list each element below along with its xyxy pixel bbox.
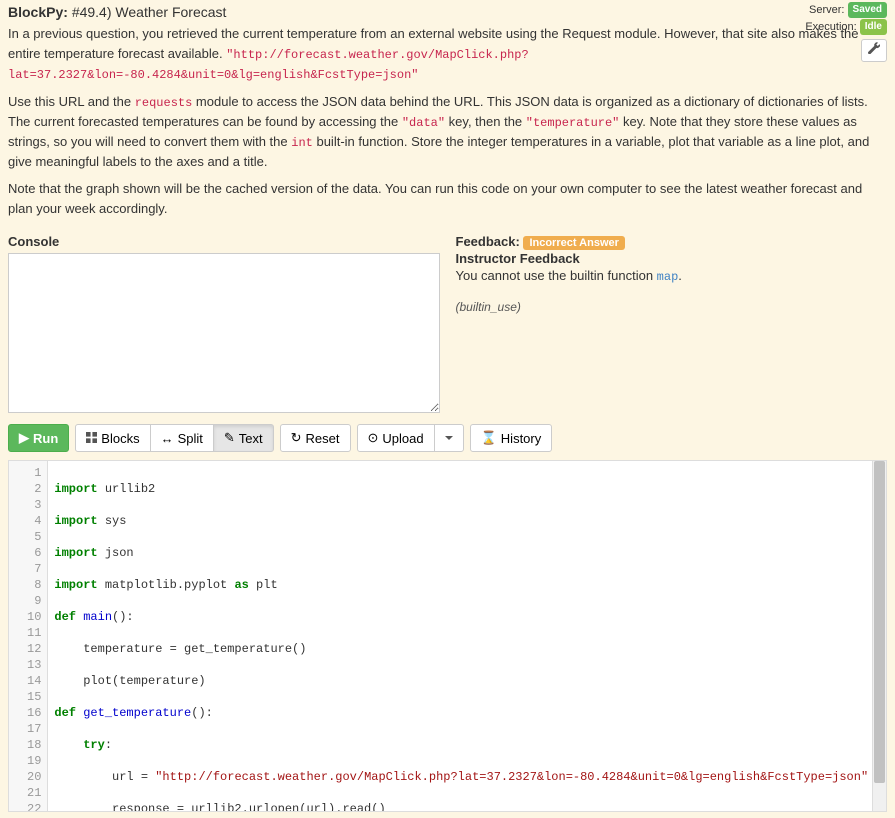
upload-icon: ⊙ — [368, 430, 379, 446]
text-button[interactable]: ✎ Text — [213, 424, 274, 452]
brand: BlockPy: — [8, 4, 68, 20]
console-output[interactable] — [8, 253, 440, 413]
editor-scrollbar[interactable] — [872, 461, 886, 811]
desc-int: int — [291, 136, 313, 150]
view-mode-group: Blocks ↔ Split ✎ Text — [75, 424, 273, 452]
problem-id: #49.4) — [72, 4, 112, 20]
scrollbar-thumb[interactable] — [874, 461, 885, 783]
upload-group: ⊙ Upload — [357, 424, 464, 452]
line-gutter: 12345678910111213141516171819202122 — [9, 461, 48, 811]
desc-temp-key: "temperature" — [526, 116, 620, 130]
execution-label: Execution: — [805, 21, 856, 33]
code-url-string: "http://forecast.weather.gov/MapClick.ph… — [155, 770, 868, 784]
code-content[interactable]: import urllib2 import sys import json im… — [48, 461, 886, 811]
wrench-icon — [868, 42, 880, 59]
split-icon: ↔ — [161, 431, 174, 446]
status-block: Server: Saved Execution: Idle — [805, 2, 887, 62]
title-row: BlockPy: #49.4) Weather Forecast — [8, 4, 887, 20]
caret-down-icon — [445, 436, 453, 440]
feedback-fn: map — [657, 270, 679, 284]
server-label: Server: — [809, 4, 844, 16]
feedback-body: You cannot use the builtin function map. — [456, 268, 888, 284]
code-editor[interactable]: 12345678910111213141516171819202122 impo… — [8, 460, 887, 812]
reset-button[interactable]: ↻ Reset — [280, 424, 351, 452]
split-label: Split — [178, 431, 203, 446]
blocks-label: Blocks — [101, 431, 139, 446]
feedback-text: . — [678, 268, 682, 283]
desc-data-key: "data" — [402, 116, 445, 130]
desc-text: key, then the — [445, 114, 526, 129]
feedback-text: You cannot use the builtin function — [456, 268, 657, 283]
feedback-subtitle: Instructor Feedback — [456, 251, 888, 266]
server-status-badge: Saved — [848, 2, 887, 18]
pencil-icon: ✎ — [224, 430, 235, 446]
desc-note: Note that the graph shown will be the ca… — [8, 179, 887, 218]
desc-text: Use this URL and the — [8, 94, 135, 109]
play-icon: ▶ — [19, 430, 29, 446]
upload-label: Upload — [382, 431, 423, 446]
history-button[interactable]: ⌛ History — [470, 424, 553, 452]
toolbar: ▶ Run Blocks ↔ Split ✎ Text ↻ Reset ⊙ Up… — [0, 416, 895, 460]
run-label: Run — [33, 431, 58, 446]
problem-title: Weather Forecast — [115, 4, 226, 20]
split-button[interactable]: ↔ Split — [150, 424, 214, 452]
feedback-status-badge: Incorrect Answer — [523, 236, 624, 250]
reset-label: Reset — [306, 431, 340, 446]
blocks-icon — [86, 431, 97, 446]
history-icon: ⌛ — [481, 430, 497, 446]
desc-requests: requests — [135, 96, 193, 110]
feedback-footer: (builtin_use) — [456, 300, 888, 314]
upload-dropdown-button[interactable] — [434, 424, 464, 452]
run-button[interactable]: ▶ Run — [8, 424, 69, 452]
problem-description: In a previous question, you retrieved th… — [0, 24, 895, 234]
history-label: History — [501, 431, 541, 446]
console-title: Console — [8, 234, 440, 249]
reset-icon: ↻ — [291, 430, 302, 446]
text-label: Text — [239, 431, 263, 446]
blocks-button[interactable]: Blocks — [75, 424, 150, 452]
feedback-title: Feedback: — [456, 234, 520, 249]
execution-status-badge: Idle — [860, 19, 887, 35]
settings-button[interactable] — [861, 39, 887, 62]
upload-button[interactable]: ⊙ Upload — [357, 424, 435, 452]
